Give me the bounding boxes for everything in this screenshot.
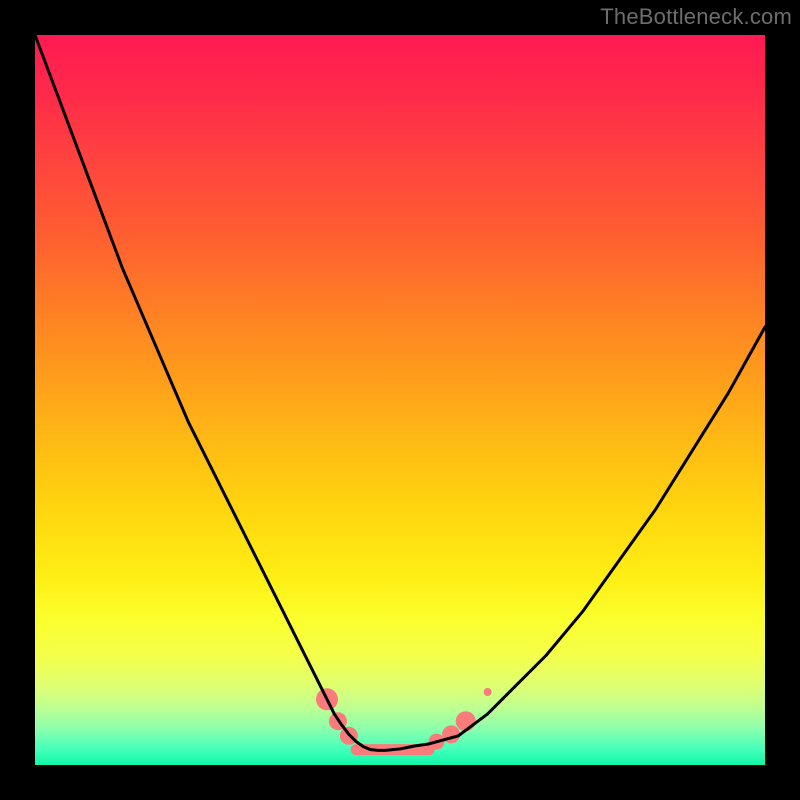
chart-frame: TheBottleneck.com	[0, 0, 800, 800]
right-lone-dot	[484, 688, 492, 696]
watermark: TheBottleneck.com	[600, 4, 792, 30]
curve-layer	[35, 35, 765, 765]
plot-area	[35, 35, 765, 765]
bottleneck-curve	[35, 35, 765, 750]
right-marker-upper	[456, 711, 476, 731]
